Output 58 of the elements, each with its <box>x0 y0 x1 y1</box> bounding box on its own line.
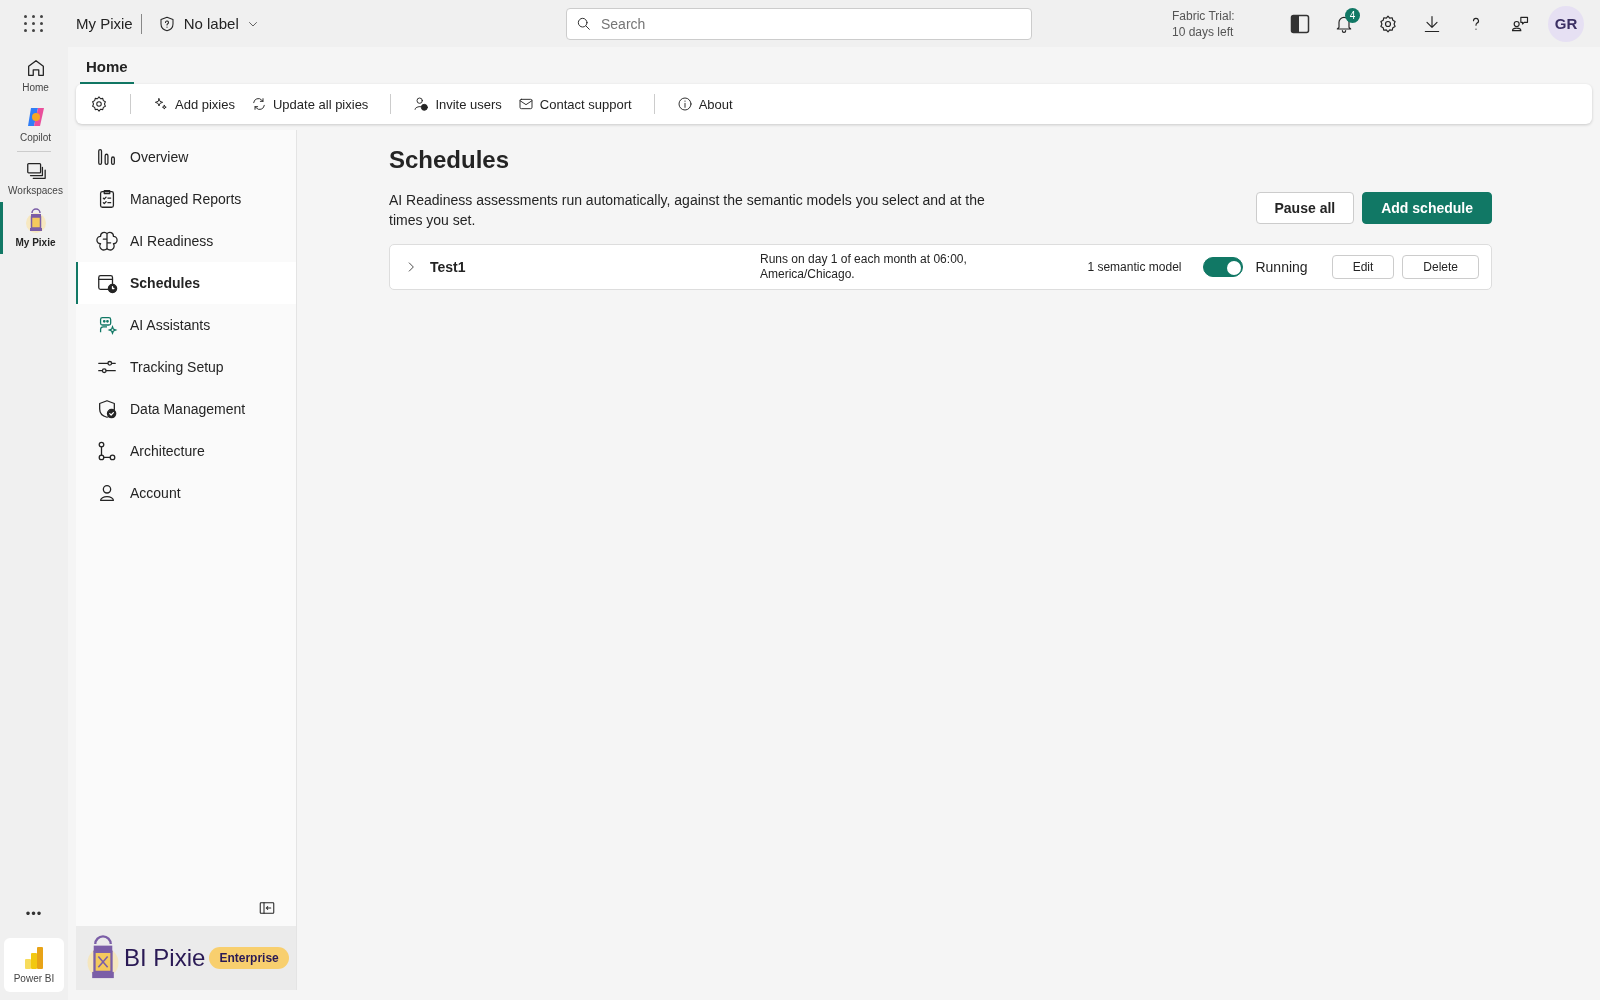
rail-item[interactable]: Workspaces <box>0 154 68 202</box>
toolbar-button[interactable]: Add pixies <box>149 92 239 116</box>
notification-count: 4 <box>1345 7 1360 23</box>
nodes-icon <box>96 440 118 462</box>
toolbar-button[interactable]: Invite users <box>409 92 506 116</box>
search-icon <box>576 15 592 32</box>
refresh-icon <box>251 96 267 112</box>
sidebar-item[interactable]: Account <box>76 472 296 514</box>
person-add-icon <box>413 96 430 112</box>
rail-item[interactable]: Home <box>0 51 68 99</box>
trial-status: Fabric Trial: 10 days left <box>1172 7 1236 40</box>
sidebar-item[interactable]: Tracking Setup <box>76 346 296 388</box>
sidebar-item[interactable]: Architecture <box>76 430 296 472</box>
lantern-icon <box>24 208 47 234</box>
schedule-time: Runs on day 1 of each month at 06:00, America/Chicago. <box>760 252 968 282</box>
calendar-clock-icon <box>96 272 118 294</box>
delete-button[interactable]: Delete <box>1402 255 1479 279</box>
info-icon <box>676 96 693 112</box>
user-avatar[interactable]: GR <box>1548 5 1584 42</box>
schedule-name: Test1 <box>430 259 467 275</box>
collapse-panel-icon <box>258 899 276 917</box>
pause-button[interactable]: Pause all <box>1255 192 1355 224</box>
edition-badge: Enterprise <box>209 947 289 969</box>
brain-icon <box>96 230 118 252</box>
shield-question-icon <box>157 14 176 33</box>
search-field[interactable]: Search <box>566 7 1032 40</box>
brand-name: BI Pixie <box>124 944 206 972</box>
toolbar-button[interactable]: Update all pixies <box>247 92 373 116</box>
sensitivity-label-dropdown[interactable]: No label <box>151 13 265 34</box>
sparkle-icon <box>153 96 169 112</box>
page-title: Schedules <box>389 146 511 174</box>
toolbar-button[interactable]: About <box>672 92 737 116</box>
shield-check-icon <box>96 398 118 420</box>
power-bi-switcher[interactable]: Power BI <box>4 938 64 992</box>
schedule-status: Running <box>1255 259 1308 275</box>
download-icon <box>1422 13 1442 34</box>
notifications-button[interactable]: 4 <box>1328 7 1360 40</box>
edit-button[interactable]: Edit <box>1331 255 1395 279</box>
sidebar-item[interactable]: AI Readiness <box>76 220 296 262</box>
app-name: My Pixie <box>76 13 142 34</box>
settings-icon <box>90 95 108 113</box>
model-count: 1 semantic model <box>1087 260 1182 274</box>
sidebar-item[interactable]: Overview <box>76 136 296 178</box>
page-description: AI Readiness assessments run automatically, against the semantic models you select and at the times you set. <box>389 191 986 230</box>
sidebar-item[interactable]: AI Assistants <box>76 304 296 346</box>
settings-icon <box>1378 13 1398 34</box>
sidebar-item[interactable]: Data Management <box>76 388 296 430</box>
mail-icon <box>517 96 534 112</box>
toggle-switch[interactable] <box>1203 257 1244 277</box>
add-button[interactable]: Add schedule <box>1362 192 1492 224</box>
rail-item[interactable]: Copilot <box>0 99 68 149</box>
bar-chart-icon <box>23 946 45 970</box>
sidebar-item[interactable]: Schedules <box>76 262 296 304</box>
stacked-windows-icon <box>24 160 47 182</box>
sidebar-item[interactable]: Managed Reports <box>76 178 296 220</box>
more-button[interactable]: ••• <box>19 905 49 922</box>
toolbar-button[interactable]: Contact support <box>513 92 636 116</box>
bars-icon <box>96 146 118 168</box>
